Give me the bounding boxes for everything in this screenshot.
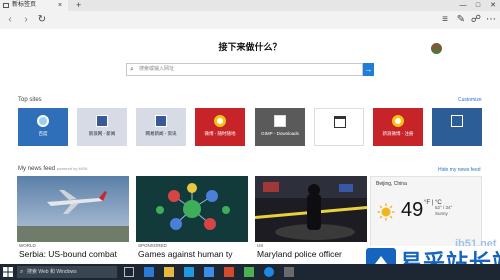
weibo-icon — [392, 115, 404, 127]
top-site-label: 新浪网 - 新闻 — [88, 131, 116, 136]
forward-icon[interactable]: › — [20, 13, 32, 27]
gimp-icon — [274, 115, 286, 127]
search-icon: ⌕ — [20, 269, 24, 275]
top-site-label: 百度 — [38, 131, 48, 136]
refresh-icon[interactable]: ↻ — [36, 13, 48, 27]
weibo-icon — [214, 115, 226, 127]
airplane-photo — [17, 176, 129, 242]
windows-start-icon[interactable] — [3, 267, 13, 277]
pinned-app-icon[interactable] — [224, 267, 234, 277]
pinned-app-icon[interactable] — [244, 267, 254, 277]
navigation-bar: ‹ › ↻ ≡ ✎ ☍ ⋯ — [0, 11, 500, 29]
maximize-icon[interactable]: □ — [471, 0, 485, 11]
back-icon[interactable]: ‹ — [4, 13, 16, 27]
taskbar-search-placeholder: 搜索 Web 和 Windows — [27, 269, 77, 275]
top-site-label: 网易新闻 - 资讯 — [145, 131, 177, 136]
search-input[interactable]: ⌕ 搜索或输入网址 — [126, 63, 363, 76]
title-bar: 新标签页 × + — □ ✕ — [0, 0, 500, 11]
file-explorer-icon[interactable] — [164, 267, 174, 277]
edge-app-icon[interactable] — [144, 267, 154, 277]
minimize-icon[interactable]: — — [456, 0, 470, 11]
store-app-icon[interactable] — [184, 267, 194, 277]
pinned-app-icon[interactable] — [204, 267, 214, 277]
hub-icon[interactable]: ≡ — [439, 13, 451, 27]
browser-tab[interactable]: 新标签页 × — [0, 0, 68, 11]
taskbar-search-input[interactable]: ⌕ 搜索 Web 和 Windows — [17, 266, 117, 278]
top-site-tile[interactable]: 新浪网 - 新闻 — [77, 108, 127, 146]
web-page-icon — [96, 115, 108, 127]
news-source: WORLD — [19, 243, 36, 248]
page-title: 接下来做什么？ — [218, 42, 282, 52]
weather-location: Beijing, China — [376, 181, 407, 187]
weather-temperature: 49 — [401, 199, 424, 221]
molecules-photo — [136, 176, 248, 242]
taskbar: ⌕ 搜索 Web 和 Windows — [0, 264, 500, 280]
search-button[interactable]: → — [363, 63, 374, 76]
hide-news-feed-link[interactable]: Hide my news feed — [438, 167, 481, 173]
top-site-label: 新浪微博 - 注册 — [382, 131, 414, 136]
search-placeholder: 搜索或输入网址 — [139, 66, 175, 72]
top-site-label: GIMP - Downloads — [261, 131, 299, 136]
customize-link[interactable]: Customize — [458, 97, 482, 103]
video-icon — [451, 115, 463, 127]
top-sites-heading: Top sites — [18, 97, 42, 103]
news-headline: Maryland police officer — [257, 249, 342, 259]
police-scene-photo — [255, 176, 367, 242]
news-headline: Games against human ty — [138, 249, 233, 259]
pinned-app-icon[interactable] — [284, 267, 294, 277]
top-site-tile[interactable]: 微博 - 随时随地 — [195, 108, 245, 146]
close-tab-icon[interactable]: × — [58, 0, 62, 11]
web-note-icon[interactable]: ✎ — [455, 13, 467, 27]
globe-icon — [37, 115, 49, 127]
avatar[interactable] — [431, 43, 442, 54]
tab-title: 新标签页 — [12, 2, 37, 8]
news-feed-heading: My news feed powered by MSN — [18, 166, 87, 172]
news-headline: Serbia: US-bound combat — [19, 249, 117, 259]
top-site-tile[interactable]: GIMP - Downloads — [255, 108, 305, 146]
more-icon[interactable]: ⋯ — [485, 13, 497, 27]
browser-app-icon[interactable] — [264, 267, 274, 277]
news-feed-label: My news feed — [18, 166, 56, 172]
weather-high-low: 52° / 34° Sunny — [435, 205, 453, 216]
page-icon — [3, 3, 9, 8]
browser-window-icon — [334, 116, 346, 128]
close-window-icon[interactable]: ✕ — [486, 0, 500, 11]
task-view-icon[interactable] — [124, 267, 134, 277]
sun-icon — [377, 203, 395, 221]
new-tab-button[interactable]: + — [76, 0, 81, 10]
news-card[interactable]: US Maryland police officer — [255, 176, 367, 262]
top-site-tile[interactable] — [314, 108, 364, 146]
top-site-tile[interactable]: 百度 — [18, 108, 68, 146]
news-card[interactable]: WORLD Serbia: US-bound combat — [17, 176, 129, 262]
search-icon: ⌕ — [130, 66, 134, 73]
share-icon[interactable]: ☍ — [470, 13, 482, 27]
web-page-icon — [155, 115, 167, 127]
top-site-tile[interactable]: 网易新闻 - 资讯 — [136, 108, 186, 146]
top-site-tile[interactable]: 新浪微博 - 注册 — [373, 108, 423, 146]
news-source: US — [257, 243, 264, 248]
news-card[interactable]: SPONSORED Games against human ty — [136, 176, 248, 262]
top-site-tile[interactable] — [432, 108, 482, 146]
top-site-label: 微博 - 随时随地 — [204, 131, 236, 136]
news-source: SPONSORED — [138, 243, 167, 248]
powered-by-label: powered by MSN — [56, 166, 88, 171]
